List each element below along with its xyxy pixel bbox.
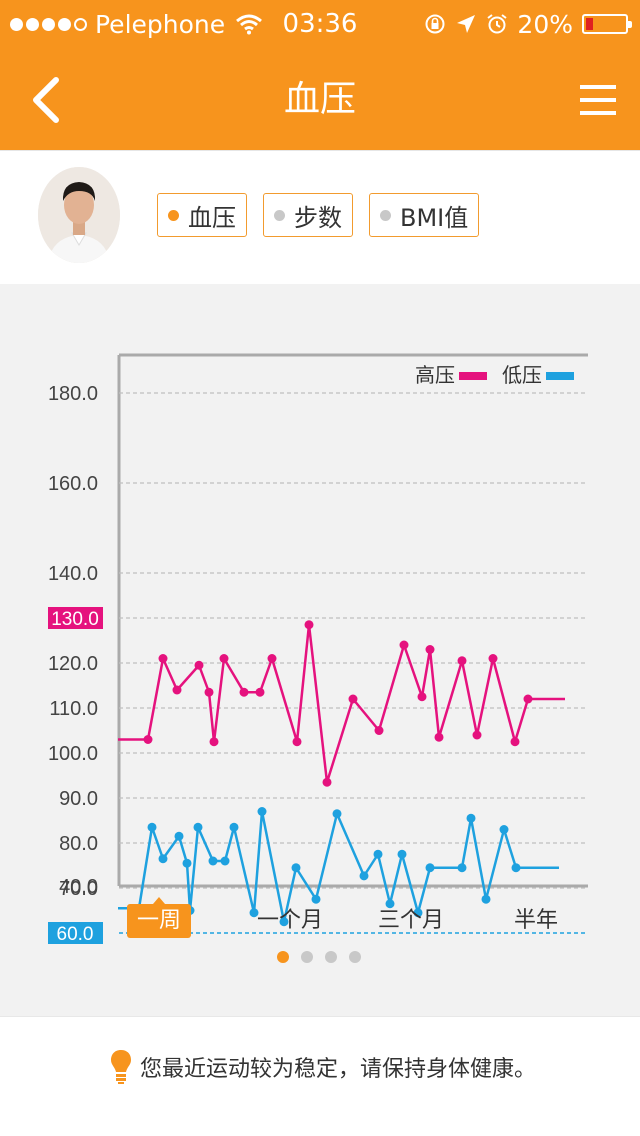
diastolic-point	[397, 849, 407, 859]
systolic-point	[348, 694, 358, 704]
footer: 您最近运动较为稳定，请保持身体健康。	[0, 1016, 640, 1136]
systolic-point	[194, 660, 204, 670]
diastolic-point	[499, 825, 509, 834]
active-bullet-icon	[168, 209, 179, 221]
range-tab-three-months[interactable]: 三个月	[376, 904, 446, 938]
systolic-point	[417, 692, 427, 702]
tab-bmi[interactable]: BMI值	[369, 193, 480, 237]
systolic-point	[304, 620, 314, 630]
diastolic-point	[147, 822, 157, 832]
y-tick-label: 110.0	[49, 698, 98, 720]
systolic-point	[322, 777, 332, 787]
diastolic-point	[311, 894, 321, 904]
diastolic-point	[158, 854, 168, 864]
bullet-icon	[274, 209, 285, 221]
tab-label: 步数	[294, 203, 342, 232]
systolic-point	[172, 685, 182, 695]
systolic-point	[255, 687, 265, 697]
systolic-point	[472, 730, 482, 740]
location-arrow-icon	[457, 15, 476, 33]
page-dot	[301, 951, 313, 963]
systolic-point	[209, 737, 219, 747]
diastolic-point	[359, 871, 369, 881]
systolic-point	[457, 656, 467, 666]
diastolic-point	[425, 863, 435, 873]
range-tab-month[interactable]: 一个月	[250, 904, 330, 938]
systolic-point	[425, 645, 435, 654]
diastolic-point	[220, 856, 230, 866]
diastolic-point	[511, 863, 521, 873]
diastolic-point	[481, 894, 491, 904]
y-tick-label: 90.0	[59, 788, 98, 810]
systolic-point	[239, 687, 249, 697]
status-icons: 20%	[424, 8, 632, 40]
diastolic-point	[174, 831, 184, 841]
systolic-point	[434, 732, 444, 742]
tab-steps[interactable]: 步数	[263, 193, 353, 237]
systolic-point	[219, 654, 229, 663]
tip-text: 您最近运动较为稳定，请保持身体健康。	[140, 1057, 537, 1082]
diastolic-point	[193, 822, 203, 832]
alarm-icon	[487, 14, 508, 34]
systolic-point	[488, 654, 498, 663]
y-tick-label: 130.0	[51, 609, 99, 630]
diastolic-point	[257, 807, 267, 816]
range-tab-half-year[interactable]: 半年	[510, 904, 562, 938]
page-dot	[349, 951, 361, 963]
diastolic-point	[373, 849, 383, 859]
profile-row: 血压 步数 BMI值	[0, 150, 640, 284]
systolic-line	[118, 623, 565, 784]
page-title: 血压	[283, 79, 356, 120]
diastolic-point	[457, 863, 467, 873]
systolic-point	[399, 640, 409, 650]
y-tick-label: 40.0	[59, 876, 98, 898]
battery-icon	[582, 14, 632, 34]
y-tick-label: 100.0	[48, 743, 98, 765]
bullet-icon	[380, 209, 391, 221]
legend-swatch	[459, 372, 487, 380]
avatar-portrait-icon	[38, 167, 120, 263]
systolic-point	[158, 654, 168, 663]
diastolic-point	[229, 822, 239, 832]
tab-label: BMI值	[400, 203, 469, 232]
systolic-point	[374, 726, 384, 735]
range-tab-week[interactable]: 一周	[127, 897, 191, 938]
diastolic-point	[182, 858, 192, 868]
navigation-bar: 血压	[0, 48, 640, 150]
status-bar: Pelephone 03:36 20%	[0, 0, 640, 48]
systolic-point	[204, 687, 214, 697]
tab-blood-pressure[interactable]: 血压	[157, 193, 247, 237]
page-dot	[325, 951, 337, 963]
y-tick-label: 140.0	[48, 563, 98, 585]
y-tick-label: 120.0	[48, 653, 98, 675]
legend-label: 低压	[502, 364, 542, 387]
y-tick-label: 80.0	[59, 833, 98, 855]
systolic-point	[143, 735, 153, 744]
systolic-point	[523, 694, 533, 704]
systolic-point	[267, 654, 277, 663]
diastolic-point	[466, 813, 476, 823]
tip: 您最近运动较为稳定，请保持身体健康。	[110, 1049, 536, 1085]
y-tick-label: 180.0	[48, 383, 98, 405]
avatar[interactable]	[38, 167, 120, 263]
hamburger-menu-icon[interactable]	[578, 80, 618, 120]
diastolic-point	[208, 856, 218, 866]
y-tick-label: 60.0	[57, 924, 94, 945]
systolic-point	[510, 737, 520, 747]
systolic-point	[292, 737, 302, 747]
page-dot	[277, 951, 289, 963]
legend-label: 高压	[415, 364, 455, 387]
diastolic-point	[291, 863, 301, 873]
legend-swatch	[546, 372, 574, 380]
page-indicator[interactable]	[277, 951, 361, 963]
y-tick-label: 160.0	[48, 473, 98, 495]
diastolic-point	[332, 809, 342, 819]
rotation-lock-icon	[425, 14, 445, 34]
lightbulb-icon	[111, 1050, 131, 1084]
battery-percent: 20%	[517, 9, 573, 39]
tab-label: 血压	[188, 203, 236, 232]
